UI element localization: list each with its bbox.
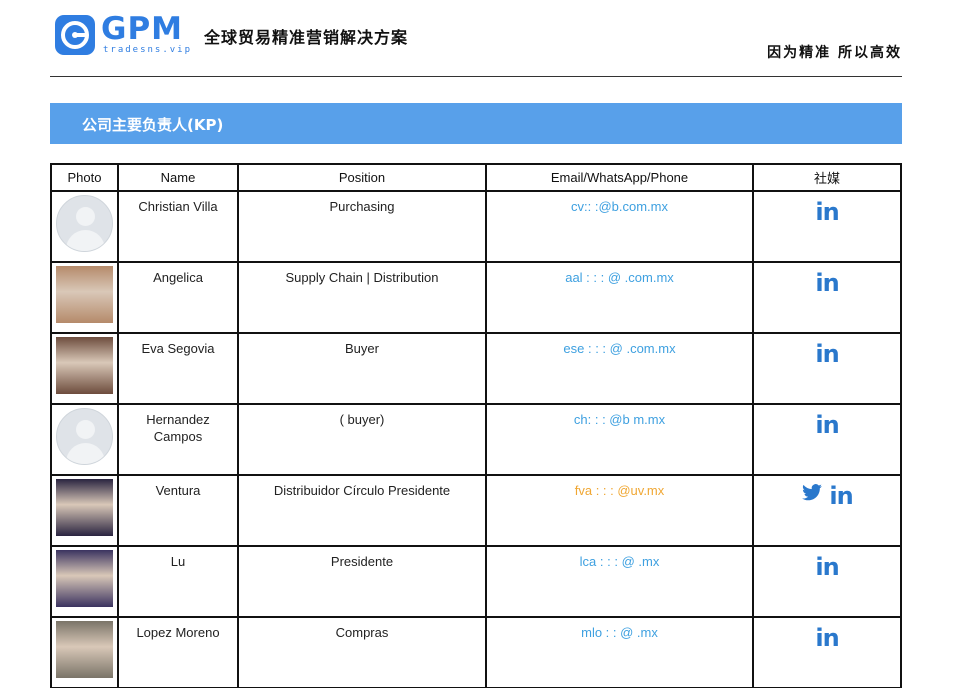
- table-header-row: Photo Name Position Email/WhatsApp/Phone…: [50, 163, 902, 192]
- social-cell: in: [752, 403, 902, 476]
- person-photo: [56, 550, 113, 607]
- contact-cell: fva : : : @uv.mx: [485, 474, 754, 547]
- contact-cell: ch: : : @b m.mx: [485, 403, 754, 476]
- table-row: Lu Presidente lca : : : @ .mx in: [50, 545, 902, 618]
- person-name: Ventura: [155, 483, 201, 498]
- contact-email[interactable]: lca : : : @ .mx: [487, 553, 752, 570]
- person-position: ( buyer): [339, 412, 385, 427]
- person-name: Lu: [170, 554, 186, 569]
- social-cell: in: [752, 616, 902, 688]
- person-position: Purchasing: [329, 199, 395, 214]
- social-cell: in: [752, 261, 902, 334]
- social-cell: in: [752, 332, 902, 405]
- name-cell: Lu: [117, 545, 239, 618]
- linkedin-icon[interactable]: in: [815, 624, 839, 652]
- person-name: Angelica: [153, 270, 203, 285]
- name-cell: Hernandez Campos: [117, 403, 239, 476]
- linkedin-icon[interactable]: in: [829, 482, 853, 510]
- person-photo: [56, 621, 113, 678]
- table-row: Lopez Moreno Compras mlo : : @ .mx in: [50, 616, 902, 688]
- person-position: Supply Chain | Distribution: [285, 270, 439, 285]
- column-header-photo: Photo: [50, 163, 119, 192]
- column-header-social: 社媒: [752, 163, 902, 192]
- name-cell: Eva Segovia: [117, 332, 239, 405]
- person-photo: [56, 266, 113, 323]
- placeholder-avatar-icon: [56, 408, 113, 465]
- photo-cell: [50, 332, 119, 405]
- social-cell: in: [752, 474, 902, 547]
- position-cell: ( buyer): [237, 403, 487, 476]
- person-position: Distribuidor Círculo Presidente: [273, 483, 451, 498]
- section-title: 公司主要负责人(KP): [82, 116, 224, 134]
- linkedin-icon[interactable]: in: [815, 553, 839, 581]
- person-name: Lopez Moreno: [136, 625, 220, 640]
- person-position: Compras: [335, 625, 389, 640]
- header-divider: [50, 76, 902, 77]
- person-name: Christian Villa: [138, 199, 218, 214]
- social-cell: in: [752, 190, 902, 263]
- gpm-logo-icon: [55, 15, 95, 55]
- contact-email[interactable]: aal : : : @ .com.mx: [487, 269, 752, 286]
- photo-cell: [50, 545, 119, 618]
- column-header-position: Position: [237, 163, 487, 192]
- twitter-icon[interactable]: [801, 484, 823, 505]
- person-position: Buyer: [345, 341, 379, 356]
- placeholder-avatar-icon: [56, 195, 113, 252]
- photo-cell: [50, 403, 119, 476]
- name-cell: Lopez Moreno: [117, 616, 239, 688]
- position-cell: Purchasing: [237, 190, 487, 263]
- header-motto: 因为精准 所以高效: [767, 45, 902, 61]
- person-name: Hernandez Campos: [146, 412, 210, 444]
- table-row: Eva Segovia Buyer ese : : : @ .com.mx in: [50, 332, 902, 405]
- person-photo: [56, 479, 113, 536]
- person-position: Presidente: [330, 554, 394, 569]
- name-cell: Christian Villa: [117, 190, 239, 263]
- contact-email[interactable]: ch: : : @b m.mx: [487, 411, 752, 428]
- table-row: Ventura Distribuidor Círculo Presidente fv…: [50, 474, 902, 547]
- linkedin-icon[interactable]: in: [815, 198, 839, 226]
- photo-cell: [50, 616, 119, 688]
- table-row: Hernandez Campos ( buyer) ch: : : @b m.mx i…: [50, 403, 902, 476]
- position-cell: Buyer: [237, 332, 487, 405]
- name-cell: Angelica: [117, 261, 239, 334]
- contact-cell: mlo : : @ .mx: [485, 616, 754, 688]
- name-cell: Ventura: [117, 474, 239, 547]
- position-cell: Supply Chain | Distribution: [237, 261, 487, 334]
- section-header: 公司主要负责人(KP): [50, 103, 902, 144]
- photo-cell: [50, 190, 119, 263]
- photo-cell: [50, 261, 119, 334]
- contact-cell: aal : : : @ .com.mx: [485, 261, 754, 334]
- linkedin-icon[interactable]: in: [815, 269, 839, 297]
- contact-email[interactable]: fva : : : @uv.mx: [487, 482, 752, 499]
- position-cell: Distribuidor Círculo Presidente: [237, 474, 487, 547]
- table-row: Angelica Supply Chain | Distribution aal :…: [50, 261, 902, 334]
- social-cell: in: [752, 545, 902, 618]
- linkedin-icon[interactable]: in: [815, 411, 839, 439]
- table-row: Christian Villa Purchasing cv:: :@b.com.mx…: [50, 190, 902, 263]
- column-header-name: Name: [117, 163, 239, 192]
- logo-text: GPM: [101, 11, 184, 47]
- contact-cell: cv:: :@b.com.mx: [485, 190, 754, 263]
- contact-email[interactable]: ese : : : @ .com.mx: [487, 340, 752, 357]
- column-header-contact: Email/WhatsApp/Phone: [485, 163, 754, 192]
- header-tagline: 全球贸易精准营销解决方案: [204, 28, 409, 47]
- logo-subtext: tradesns.vip: [103, 45, 193, 55]
- photo-cell: [50, 474, 119, 547]
- person-name: Eva Segovia: [141, 341, 215, 356]
- contact-cell: lca : : : @ .mx: [485, 545, 754, 618]
- linkedin-icon[interactable]: in: [815, 340, 839, 368]
- position-cell: Compras: [237, 616, 487, 688]
- position-cell: Presidente: [237, 545, 487, 618]
- contact-cell: ese : : : @ .com.mx: [485, 332, 754, 405]
- contact-email[interactable]: cv:: :@b.com.mx: [487, 198, 752, 215]
- contact-email[interactable]: mlo : : @ .mx: [487, 624, 752, 641]
- page-header: GPM tradesns.vip 全球贸易精准营销解决方案 因为精准 所以高效: [0, 0, 962, 78]
- kp-table: Photo Name Position Email/WhatsApp/Phone…: [50, 163, 902, 688]
- person-photo: [56, 337, 113, 394]
